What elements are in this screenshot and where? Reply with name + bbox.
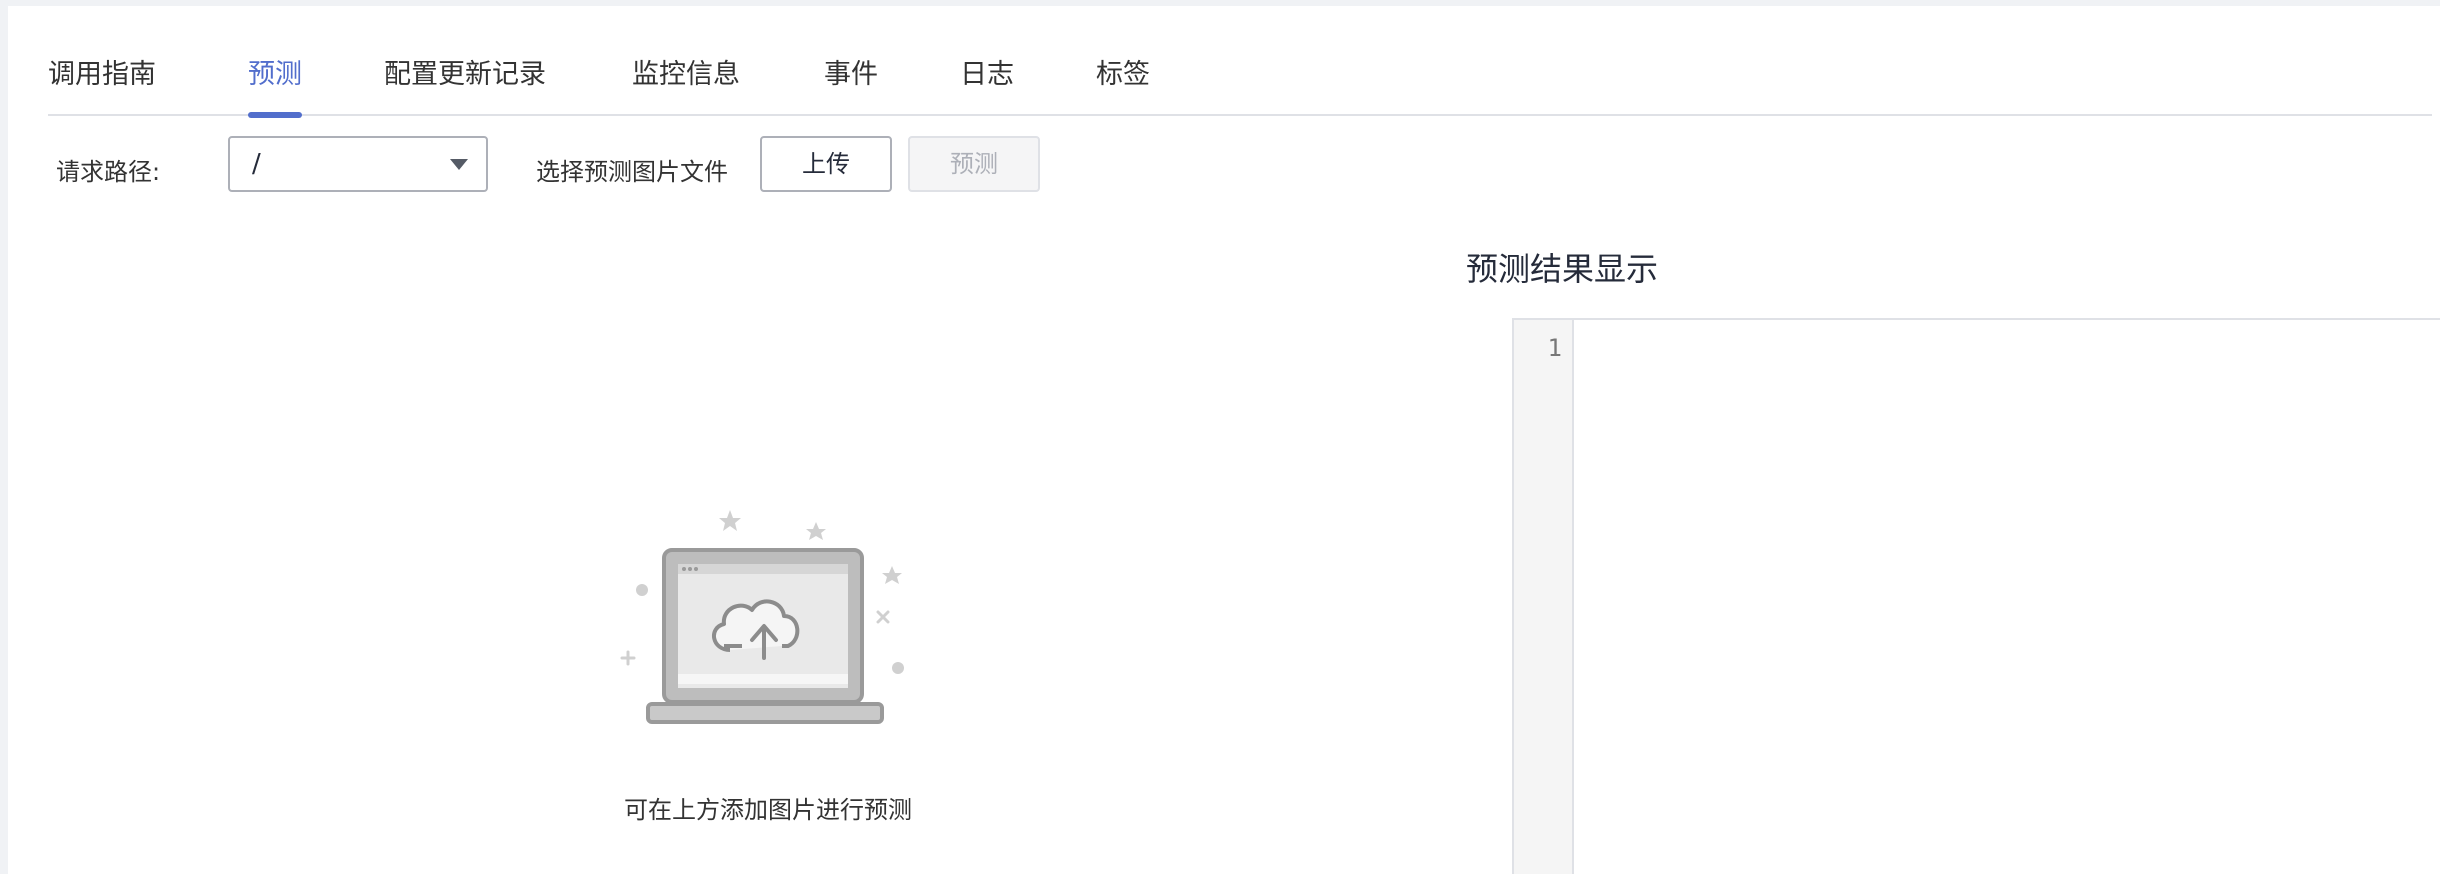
tab-events[interactable]: 事件	[824, 48, 878, 116]
tab-predict[interactable]: 预测	[248, 48, 302, 118]
tab-monitoring[interactable]: 监控信息	[632, 48, 740, 116]
line-number: 1	[1547, 334, 1562, 362]
line-number-gutter: 1	[1514, 320, 1574, 874]
result-editor[interactable]: 1	[1512, 318, 2440, 874]
select-image-file-label: 选择预测图片文件	[536, 158, 728, 186]
empty-state-message: 可在上方添加图片进行预测	[624, 796, 912, 824]
tab-tags[interactable]: 标签	[1096, 48, 1150, 116]
tab-call-guide[interactable]: 调用指南	[48, 48, 156, 116]
request-path-select[interactable]: /	[228, 136, 488, 192]
request-path-label: 请求路径:	[56, 158, 161, 186]
laptop-cloud-upload-icon	[620, 510, 904, 724]
tab-bar: 调用指南 预测 配置更新记录 监控信息 事件 日志 标签	[48, 48, 2432, 118]
predict-button: 预测	[908, 136, 1040, 192]
upload-button[interactable]: 上传	[760, 136, 892, 192]
result-title: 预测结果显示	[1466, 250, 1659, 288]
tab-logs[interactable]: 日志	[960, 48, 1014, 116]
tab-config-history[interactable]: 配置更新记录	[384, 48, 546, 116]
request-path-value: /	[252, 149, 261, 179]
chevron-down-icon[interactable]	[450, 159, 468, 170]
